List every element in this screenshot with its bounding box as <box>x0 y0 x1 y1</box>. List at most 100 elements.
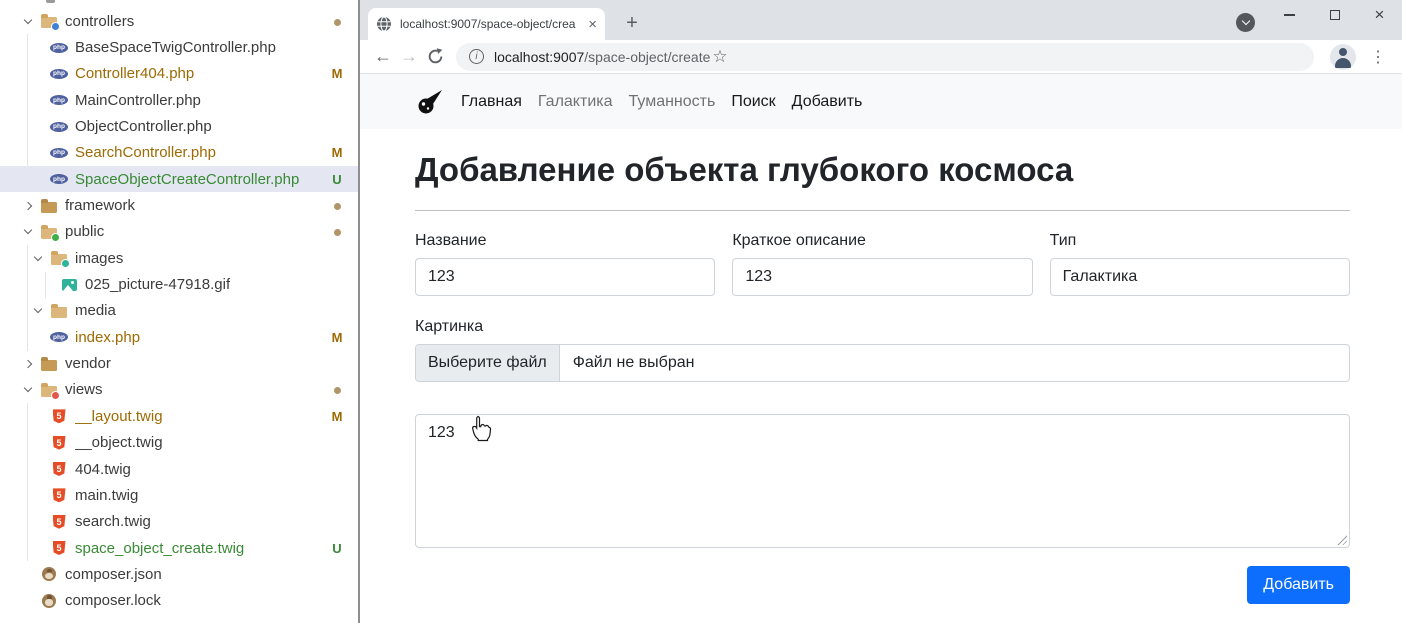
chevron-glyph <box>24 226 32 234</box>
dot-glyph <box>334 229 341 236</box>
html5-icon: 5 <box>50 539 68 557</box>
type-select[interactable]: Галактика <box>1050 258 1350 296</box>
reload-button[interactable] <box>422 44 448 70</box>
php-icon: php <box>50 118 68 136</box>
tree-item[interactable]: views <box>0 377 358 403</box>
file-input[interactable]: Выберите файл Файл не выбран <box>415 344 1350 382</box>
folder-icon <box>50 249 68 267</box>
tree-item[interactable]: 5main.twig <box>0 482 358 508</box>
chevron-glyph <box>24 15 32 23</box>
site-navbar: Главная Галактика Туманность Поиск Добавить <box>360 74 1402 129</box>
tree-item[interactable]: phpSearchController.phpM <box>0 140 358 166</box>
chevron-right-icon[interactable] <box>20 203 40 209</box>
window-close-button[interactable]: × <box>1357 0 1402 30</box>
image-icon <box>60 276 78 294</box>
chevron-glyph <box>34 253 42 261</box>
ide-file-explorer: controllersphpBaseSpaceTwigController.ph… <box>0 0 358 623</box>
html5-file-icon: 5 <box>53 541 66 555</box>
tree-item[interactable]: vendor <box>0 350 358 376</box>
tree-item-label: images <box>75 250 123 267</box>
tree-item[interactable]: 5__layout.twigM <box>0 403 358 429</box>
tree-item[interactable]: phpSpaceObjectCreateController.phpU <box>0 166 358 192</box>
tree-item-label: space_object_create.twig <box>75 540 244 557</box>
window-minimize-button[interactable] <box>1267 0 1312 30</box>
browser-window: localhost:9007/space-object/crea × + × ←… <box>360 0 1402 623</box>
nav-link[interactable]: Главная <box>461 93 522 111</box>
file-status-text: Файл не выбран <box>560 345 708 381</box>
site-info-icon[interactable]: i <box>469 49 484 64</box>
folder-glyph <box>41 386 57 397</box>
divider-rule <box>415 210 1350 211</box>
html5-file-icon: 5 <box>53 409 66 423</box>
tab-search-button[interactable] <box>1236 13 1255 32</box>
tree-item[interactable]: php ObjectController.php <box>0 113 358 139</box>
git-modified-dot-badge <box>324 382 350 397</box>
chevron-down-icon[interactable] <box>30 257 50 260</box>
comet-icon <box>417 89 443 115</box>
chevron-right-icon[interactable] <box>20 361 40 367</box>
tree-item[interactable]: 5404.twig <box>0 456 358 482</box>
php-icon: php <box>50 39 68 57</box>
tree-item[interactable]: media <box>0 298 358 324</box>
tree-item[interactable]: 5space_object_create.twigU <box>0 535 358 561</box>
tab-close-icon[interactable]: × <box>588 17 597 32</box>
php-file-icon: php <box>50 332 68 342</box>
submit-button[interactable]: Добавить <box>1247 566 1350 604</box>
description-input[interactable] <box>732 258 1032 296</box>
chevron-down-icon[interactable] <box>20 388 40 391</box>
nav-link[interactable]: Туманность <box>629 93 716 111</box>
tree-item[interactable]: public <box>0 219 358 245</box>
nav-link[interactable]: Поиск <box>731 93 775 111</box>
browser-menu-icon[interactable]: ⋮ <box>1370 47 1386 67</box>
tree-item[interactable]: 025_picture-47918.gif <box>0 271 358 297</box>
name-input[interactable] <box>415 258 715 296</box>
tab-title: localhost:9007/space-object/crea <box>400 17 584 31</box>
tree-item[interactable]: phpBaseSpaceTwigController.php <box>0 34 358 60</box>
php-file-icon: php <box>50 148 68 158</box>
tree-item[interactable]: framework <box>0 192 358 218</box>
new-tab-button[interactable]: + <box>618 9 646 37</box>
git-status-letter: M <box>324 66 350 81</box>
brand-logo[interactable] <box>417 89 443 115</box>
tree-item[interactable]: phpMainController.php <box>0 87 358 113</box>
chevron-down-icon[interactable] <box>20 230 40 233</box>
browser-tab[interactable]: localhost:9007/space-object/crea × <box>368 8 605 40</box>
tree-item[interactable]: images <box>0 245 358 271</box>
forward-button[interactable]: → <box>396 44 422 70</box>
choose-file-button[interactable]: Выберите файл <box>416 345 560 381</box>
type-label: Тип <box>1050 232 1350 250</box>
html5-icon: 5 <box>50 513 68 531</box>
nav-link[interactable]: Добавить <box>792 93 863 111</box>
tree-item-label: composer.json <box>65 566 162 583</box>
window-maximize-button[interactable] <box>1312 0 1357 30</box>
long-description-textarea[interactable]: 123 <box>415 414 1350 548</box>
back-button[interactable]: ← <box>370 44 396 70</box>
tree-item-label: media <box>75 302 116 319</box>
tree-item[interactable]: composer.json <box>0 561 358 587</box>
tree-item[interactable]: composer.lock <box>0 588 358 614</box>
tab-strip: localhost:9007/space-object/crea × + × <box>360 0 1402 40</box>
folder-closed-icon <box>40 197 58 215</box>
web-page: ГлавнаяГалактикаТуманностьПоискДобавить … <box>360 74 1402 622</box>
type-field-group: Тип Галактика <box>1050 232 1350 296</box>
tree-item[interactable]: phpindex.phpM <box>0 324 358 350</box>
form-container: Добавление объекта глубокого космоса Наз… <box>415 151 1350 604</box>
chevron-down-icon[interactable] <box>20 20 40 23</box>
chevron-down-icon[interactable] <box>30 309 50 312</box>
name-field-group: Название <box>415 232 715 296</box>
dot-glyph <box>334 203 341 210</box>
nav-link[interactable]: Галактика <box>538 93 613 111</box>
tree-item-label: ObjectController.php <box>75 118 212 135</box>
tree-item[interactable]: 5search.twig <box>0 509 358 535</box>
tree-item-label: __object.twig <box>75 434 163 451</box>
address-bar[interactable]: i localhost:9007/space-object/create ☆ <box>456 43 1314 71</box>
tree-item[interactable]: controllers <box>0 8 358 34</box>
tree-item[interactable]: phpController404.phpM <box>0 61 358 87</box>
bookmark-star-icon[interactable]: ☆ <box>712 47 727 67</box>
tree-item-label: __layout.twig <box>75 408 163 425</box>
profile-avatar[interactable] <box>1330 44 1356 70</box>
php-icon: php <box>50 328 68 346</box>
tree-item-label: 025_picture-47918.gif <box>85 276 230 293</box>
tree-item[interactable]: 5__object.twig <box>0 430 358 456</box>
html5-file-icon: 5 <box>53 462 66 476</box>
